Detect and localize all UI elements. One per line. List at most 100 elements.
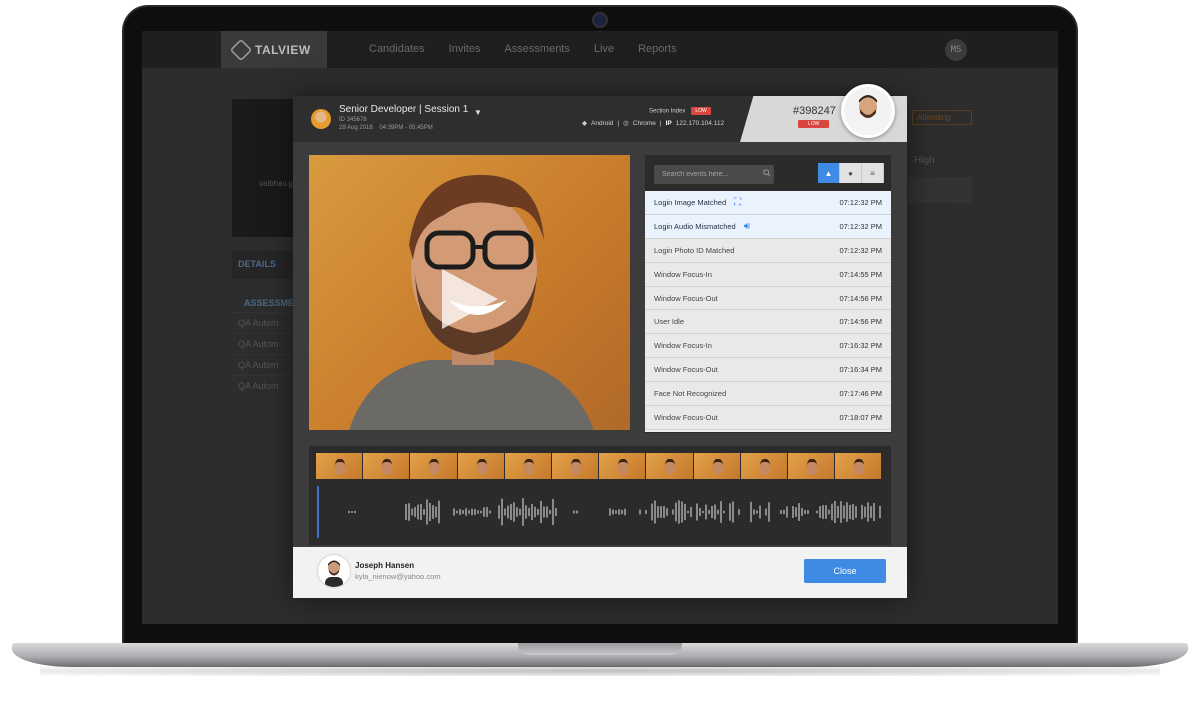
- video-thumbnail[interactable]: [693, 453, 740, 479]
- globe-filter-icon[interactable]: ●: [840, 163, 862, 183]
- event-row[interactable]: Window Focus-In 07:16:32 PM: [645, 334, 891, 359]
- waveform-bar: [624, 508, 626, 516]
- session-datetime: 29 Aug 2018 04:39PM - 05:45PM: [339, 125, 433, 131]
- nav-candidates[interactable]: Candidates: [369, 43, 425, 55]
- video-thumbnail[interactable]: [646, 453, 693, 479]
- event-time: 07:12:32 PM: [839, 245, 882, 255]
- chrome-icon: ◎: [623, 120, 629, 127]
- top-navigation: TALVIEW Candidates Invites Assessments L…: [142, 31, 1058, 68]
- audio-waveform[interactable]: [316, 486, 884, 538]
- device-os: Android: [591, 119, 614, 127]
- nav-live[interactable]: Live: [594, 43, 614, 55]
- waveform-bar: [516, 507, 518, 517]
- alert-filter-icon[interactable]: ▲: [818, 163, 840, 183]
- event-row[interactable]: Window Focus-Out 07:18:07 PM: [645, 406, 891, 430]
- video-thumbnail[interactable]: [504, 453, 551, 479]
- nav-invites[interactable]: Invites: [449, 43, 481, 55]
- waveform-bar: [711, 505, 713, 519]
- details-tab[interactable]: DETAILS: [232, 251, 300, 279]
- waveform-bar: [348, 511, 350, 513]
- search-icon[interactable]: [763, 169, 771, 177]
- waveform-bar: [477, 510, 479, 514]
- waveform-bar: [621, 509, 623, 515]
- waveform-bar: [519, 508, 521, 516]
- waveform-bar: [861, 504, 863, 520]
- waveform-bar: [819, 506, 821, 518]
- candidate-risk-badge: LOW: [798, 120, 830, 128]
- session-modal: Senior Developer | Session 1 ID 345678 2…: [293, 84, 907, 598]
- waveform-bar: [507, 505, 509, 519]
- waveform-bar: [525, 505, 527, 519]
- event-time: 07:16:32 PM: [839, 341, 882, 351]
- event-time: 07:12:32 PM: [839, 197, 882, 207]
- waveform-bar: [513, 502, 515, 522]
- waveform-bar: [783, 509, 785, 515]
- close-button[interactable]: Close: [804, 559, 886, 583]
- video-thumbnail[interactable]: [363, 453, 410, 479]
- play-icon[interactable]: [442, 269, 498, 329]
- event-time: 07:17:46 PM: [839, 389, 882, 399]
- webcam-icon: [592, 12, 608, 28]
- waveform-bar: [405, 504, 407, 520]
- assessment-row[interactable]: QA Autom: [232, 333, 300, 354]
- nav-reports[interactable]: Reports: [638, 43, 677, 55]
- waveform-bar: [483, 507, 485, 517]
- android-icon: ◆: [582, 120, 587, 127]
- video-thumbnail[interactable]: [457, 453, 504, 479]
- event-row[interactable]: Login Audio Mismatched 🔊︎ 07:12:32 PM: [645, 214, 891, 239]
- waveform-bar: [666, 508, 668, 516]
- video-thumbnail[interactable]: [410, 453, 457, 479]
- waveform-bar: [657, 506, 659, 518]
- event-row[interactable]: Login Photo ID Matched 07:12:32 PM: [645, 238, 891, 263]
- waveform-bar: [732, 501, 734, 523]
- waveform-bar: [681, 501, 683, 523]
- event-label: Window Focus-Out: [654, 293, 718, 303]
- video-player[interactable]: [309, 155, 630, 430]
- event-row[interactable]: Face Not Recognized 07:17:46 PM: [645, 382, 891, 407]
- assessment-row[interactable]: QA Autom: [232, 312, 300, 333]
- waveform-bar: [573, 510, 575, 514]
- event-label: Login Image Matched: [654, 197, 727, 207]
- waveform-bar: [831, 503, 833, 521]
- playhead[interactable]: [317, 486, 319, 538]
- video-thumbnail[interactable]: [787, 453, 835, 479]
- waveform-bar: [462, 510, 464, 514]
- timeline-panel[interactable]: [309, 446, 891, 545]
- settings-filter-icon[interactable]: ≡: [862, 163, 884, 183]
- waveform-bar: [498, 505, 500, 519]
- waveform-bar: [429, 502, 431, 522]
- event-row[interactable]: Window Focus-Out 07:16:34 PM: [645, 358, 891, 383]
- video-thumbnail[interactable]: [316, 453, 363, 479]
- assessment-row[interactable]: QA Autom: [232, 354, 300, 375]
- candidate-photo: [841, 84, 895, 138]
- event-time: 07:14:56 PM: [839, 293, 882, 303]
- waveform-bar: [552, 498, 554, 526]
- brand-logo[interactable]: TALVIEW: [221, 31, 327, 68]
- event-row[interactable]: Window Focus-Out 07:14:56 PM: [645, 286, 891, 311]
- waveform-bar: [675, 502, 677, 522]
- waveform-bar: [531, 503, 533, 521]
- event-row[interactable]: User Idle 07:14:56 PM: [645, 310, 891, 335]
- user-avatar[interactable]: MS: [945, 39, 967, 61]
- video-thumbnail[interactable]: [551, 453, 599, 479]
- event-label: Window Focus-In: [654, 269, 712, 279]
- waveform-bar: [414, 507, 416, 517]
- event-row[interactable]: Window Focus-In 07:14:55 PM: [645, 262, 891, 287]
- event-time: 07:18:07 PM: [839, 412, 882, 422]
- event-time: 07:14:56 PM: [839, 317, 882, 327]
- search-events-input[interactable]: [654, 165, 774, 184]
- video-thumbnail[interactable]: [835, 453, 882, 479]
- video-thumbnail[interactable]: [599, 453, 646, 479]
- waveform-bar: [609, 508, 611, 516]
- waveform-bar: [696, 503, 698, 521]
- waveform-bar: [729, 503, 731, 521]
- session-dropdown-icon[interactable]: ▼: [474, 108, 482, 117]
- waveform-bar: [723, 510, 725, 514]
- event-filters: ▲ ● ≡: [818, 163, 884, 183]
- assessment-row[interactable]: QA Autom: [232, 375, 300, 396]
- video-thumbnail[interactable]: [740, 453, 787, 479]
- waveform-bar: [795, 507, 797, 517]
- nav-assessments[interactable]: Assessments: [504, 43, 569, 55]
- event-row[interactable]: Login Image Matched ⛶ 07:12:32 PM: [645, 191, 891, 215]
- face-scan-icon: ⛶: [734, 196, 742, 208]
